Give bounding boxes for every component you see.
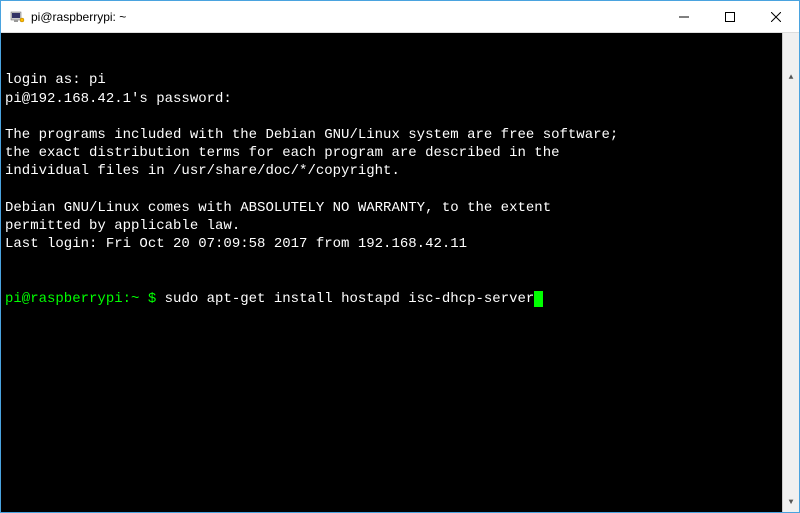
cursor-block [534, 291, 543, 307]
terminal-line: Debian GNU/Linux comes with ABSOLUTELY N… [5, 199, 795, 217]
terminal-line: the exact distribution terms for each pr… [5, 144, 795, 162]
maximize-button[interactable] [707, 1, 753, 32]
terminal-line: login as: pi [5, 71, 795, 89]
titlebar[interactable]: pi@raspberrypi: ~ [1, 1, 799, 33]
terminal-line: pi@192.168.42.1's password: [5, 90, 795, 108]
close-button[interactable] [753, 1, 799, 32]
minimize-button[interactable] [661, 1, 707, 32]
scroll-down-arrow[interactable]: ▼ [783, 495, 799, 512]
terminal-line [5, 108, 795, 126]
window-title: pi@raspberrypi: ~ [31, 10, 661, 24]
shell-prompt: pi@raspberrypi:~ $ [5, 291, 165, 307]
current-command: sudo apt-get install hostapd isc-dhcp-se… [165, 291, 535, 307]
terminal-line: Last login: Fri Oct 20 07:09:58 2017 fro… [5, 235, 795, 253]
terminal-line: permitted by applicable law. [5, 217, 795, 235]
scroll-up-arrow[interactable]: ▲ [783, 69, 799, 86]
terminal-line: individual files in /usr/share/doc/*/cop… [5, 162, 795, 180]
putty-icon [9, 9, 25, 25]
prompt-line: pi@raspberrypi:~ $ sudo apt-get install … [5, 290, 795, 308]
terminal-window: pi@raspberrypi: ~ login as: pipi@192.168… [0, 0, 800, 513]
window-controls [661, 1, 799, 32]
vertical-scrollbar[interactable]: ▲ ▼ [782, 33, 799, 512]
terminal-output[interactable]: login as: pipi@192.168.42.1's password: … [1, 33, 799, 512]
terminal-line: The programs included with the Debian GN… [5, 126, 795, 144]
terminal-line [5, 181, 795, 199]
